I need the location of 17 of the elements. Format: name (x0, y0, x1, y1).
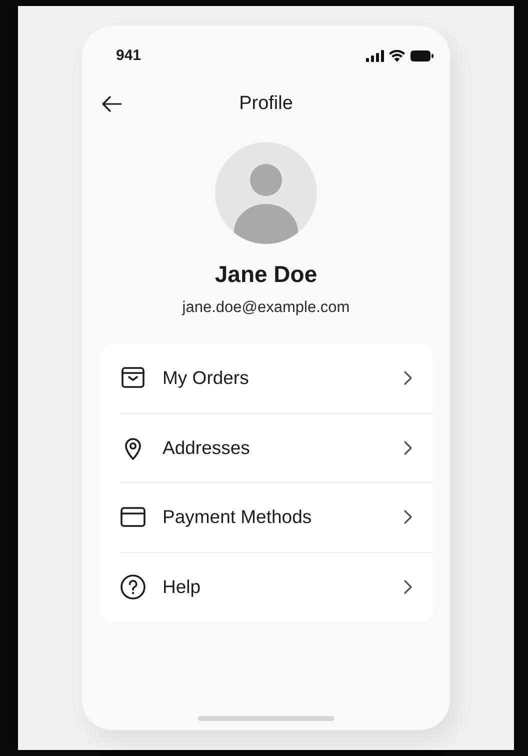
chevron-right-icon (402, 579, 412, 596)
menu-item[interactable]: Help (120, 552, 432, 622)
menu-item[interactable]: Payment Methods (120, 483, 432, 552)
wifi-icon (389, 50, 405, 62)
screen-title: Profile (239, 93, 293, 115)
status-time: 941 (116, 47, 142, 64)
help-icon (120, 574, 146, 600)
avatar-icon (215, 142, 317, 244)
user-name: Jane Doe (214, 261, 318, 288)
battery-icon (410, 50, 434, 62)
user-email: jane.doe@example.com (182, 299, 350, 317)
chevron-right-icon (402, 509, 412, 526)
chevron-right-icon (402, 440, 412, 456)
menu-item[interactable]: My Orders (120, 344, 432, 414)
chevron-right-icon (402, 370, 412, 386)
signal-icon (366, 50, 384, 62)
menu-item[interactable]: Addresses (120, 414, 432, 483)
